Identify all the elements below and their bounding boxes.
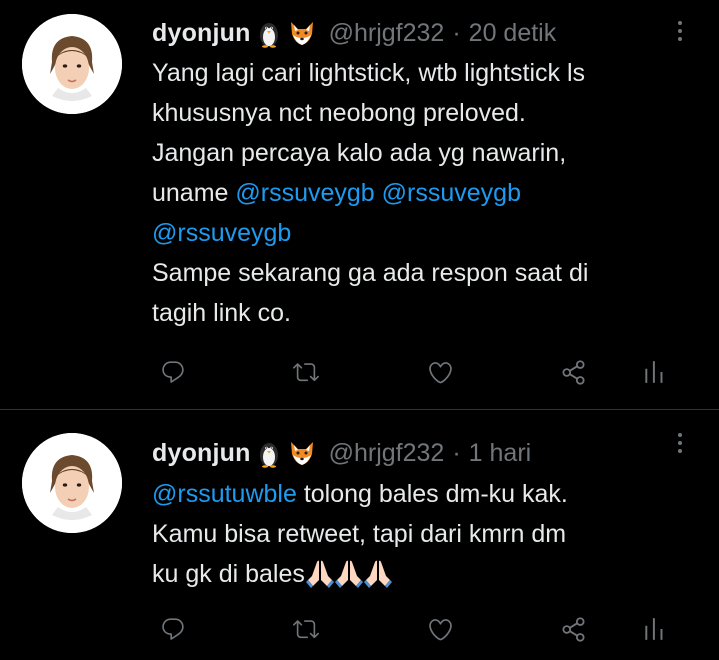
display-name[interactable]: dyonjun <box>152 435 251 471</box>
folded-hands-icon <box>364 558 392 588</box>
user-handle[interactable]: @hrjgf232 <box>329 15 445 51</box>
reply-button[interactable] <box>153 609 193 649</box>
like-icon <box>427 616 454 643</box>
retweet-button[interactable] <box>286 609 326 649</box>
tweet-actions <box>0 352 719 392</box>
tweet-divider <box>0 409 719 410</box>
tweet-text-line: Jangan percaya kalo ada yg nawarin, <box>152 139 567 167</box>
share-button[interactable] <box>553 609 593 649</box>
mention-link[interactable]: @rssuveygb <box>235 179 374 207</box>
folded-hands-icon <box>335 558 363 588</box>
separator-dot: · <box>452 19 461 47</box>
retweet-icon <box>293 359 319 385</box>
avatar[interactable] <box>22 433 122 533</box>
tweet[interactable]: dyonjun @hrjgf232 · 20 detik Yang lagi c… <box>0 0 719 410</box>
tweet-text-line: Kamu bisa retweet, tapi dari kmrn dm <box>152 520 567 548</box>
like-button[interactable] <box>420 352 460 392</box>
tweet-text-line: ku gk di bales <box>152 554 692 594</box>
like-icon <box>427 359 454 386</box>
reply-icon <box>160 616 186 642</box>
more-options-icon[interactable] <box>668 428 692 458</box>
tweet-timestamp[interactable]: 1 hari <box>469 435 532 471</box>
tweet-text-line: Yang lagi cari lightstick, wtb lightstic… <box>152 59 586 87</box>
separator-dot: · <box>452 439 461 467</box>
tweet-text-line: @rssutuwble tolong bales dm-ku kak. <box>152 474 692 514</box>
mention-link[interactable]: @rssuveygb <box>152 219 291 247</box>
tweet-text-line: tagih link co. <box>152 299 291 327</box>
tweet-timestamp[interactable]: 20 detik <box>469 15 557 51</box>
tweet[interactable]: dyonjun @hrjgf232 · 1 hari @rssutuwble t… <box>0 411 719 660</box>
more-options-icon[interactable] <box>668 16 692 46</box>
display-name[interactable]: dyonjun <box>152 15 251 51</box>
share-icon <box>560 616 587 643</box>
folded-hands-icon <box>306 558 334 588</box>
mention-link[interactable]: @rssutuwble <box>152 480 297 508</box>
tweet-header: dyonjun @hrjgf232 · 1 hari <box>152 435 531 471</box>
fox-icon <box>287 438 317 468</box>
fox-icon <box>287 18 317 48</box>
tweet-text-line: uname @rssuveygb @rssuveygb <box>152 173 692 213</box>
avatar-image <box>22 433 122 533</box>
tweet-text-line: khususnya nct neobong preloved. <box>152 99 526 127</box>
tweet-text: @rssutuwble tolong bales dm-ku kak. Kamu… <box>152 474 692 594</box>
tweet-text-line: @rssuveygb <box>152 213 692 253</box>
share-button[interactable] <box>553 352 593 392</box>
tweet-actions <box>0 609 719 649</box>
penguin-icon <box>254 18 284 48</box>
avatar[interactable] <box>22 14 122 114</box>
analytics-icon <box>641 616 667 642</box>
retweet-icon <box>293 616 319 642</box>
analytics-icon <box>641 359 667 385</box>
reply-button[interactable] <box>153 352 193 392</box>
analytics-button[interactable] <box>634 609 674 649</box>
tweet-header: dyonjun @hrjgf232 · 20 detik <box>152 15 556 51</box>
like-button[interactable] <box>420 609 460 649</box>
text-suffix: tolong bales dm-ku kak. <box>296 480 568 508</box>
retweet-button[interactable] <box>286 352 326 392</box>
tweet-text-line: Sampe sekarang ga ada respon saat di <box>152 259 589 287</box>
reply-icon <box>160 359 186 385</box>
penguin-icon <box>254 438 284 468</box>
text-prefix: uname <box>152 179 236 207</box>
avatar-image <box>22 14 122 114</box>
analytics-button[interactable] <box>634 352 674 392</box>
text-content: ku gk di bales <box>152 560 305 588</box>
share-icon <box>560 359 587 386</box>
user-handle[interactable]: @hrjgf232 <box>329 435 445 471</box>
tweet-text: Yang lagi cari lightstick, wtb lightstic… <box>152 53 692 333</box>
mention-link[interactable]: @rssuveygb <box>382 179 521 207</box>
